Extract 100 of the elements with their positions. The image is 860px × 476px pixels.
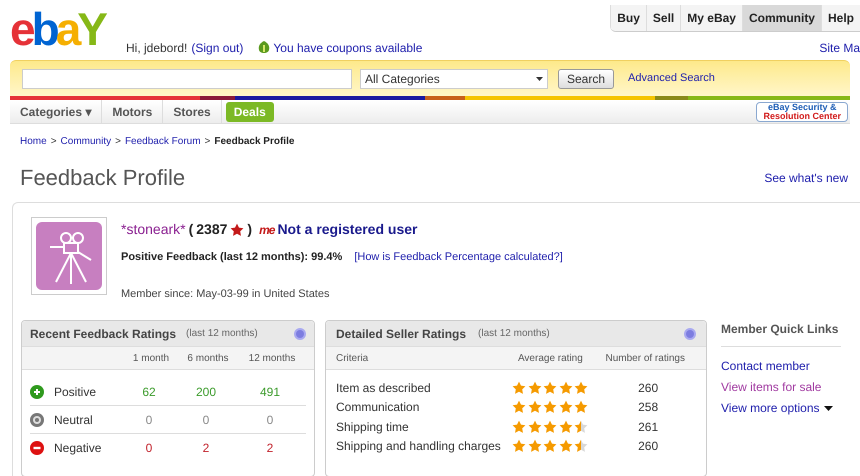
panel-subtitle: (last 12 months): [186, 327, 258, 341]
column-header: Average rating: [516, 352, 584, 366]
table-cell-text: 62: [141, 384, 157, 400]
rating-star: [574, 420, 588, 434]
table-cell-text: 491: [258, 384, 282, 400]
rating-star: [543, 380, 558, 395]
table-cell-text: 2: [266, 440, 274, 457]
criteria-label: Shipping and handling charges: [336, 438, 502, 456]
quick-link[interactable]: Contact member: [721, 357, 841, 375]
breadcrumb-link[interactable]: Community: [60, 134, 112, 149]
rating-star: [528, 380, 542, 395]
ratings-count: 261: [637, 418, 660, 436]
breadcrumb-current: Feedback Profile: [214, 135, 294, 149]
logo[interactable]: ebaY: [10, 2, 112, 56]
plus-icon: [30, 384, 44, 398]
table-cell-text: 2: [202, 440, 210, 457]
help-icon[interactable]: [684, 328, 696, 340]
star-icon: [230, 222, 244, 236]
rating-star: [543, 439, 558, 454]
rating-label: Positive: [54, 384, 98, 400]
nav-tab[interactable]: Community: [742, 5, 821, 31]
coupons-link[interactable]: You have coupons available: [273, 39, 422, 57]
feedback-score[interactable]: 2387: [196, 219, 228, 240]
coupon-icon: [257, 40, 272, 56]
registration-status-link[interactable]: Not a registered user: [277, 219, 418, 240]
criteria-label: Communication: [336, 399, 420, 416]
minus-icon: [30, 441, 44, 455]
criteria-label: Shipping time: [336, 418, 410, 436]
advanced-search-link[interactable]: Advanced Search: [628, 70, 715, 87]
nav-tab[interactable]: Sell: [646, 5, 680, 31]
breadcrumb-separator: >: [50, 135, 57, 149]
rating-star: [528, 400, 542, 414]
member-since-text: Member since: May-03-99 in United States: [121, 286, 330, 302]
rating-star: [558, 439, 573, 454]
open-paren: (: [188, 220, 194, 239]
quick-link[interactable]: View items for sale: [721, 378, 841, 396]
panel-title: Recent Feedback Ratings: [30, 326, 176, 342]
category-tab[interactable]: Stores: [163, 100, 222, 123]
breadcrumb-separator: >: [115, 135, 121, 149]
category-tab[interactable]: Categories ▾: [10, 100, 102, 123]
ratings-count: 260: [637, 438, 660, 456]
panel-title: Detailed Seller Ratings: [336, 326, 466, 342]
site-map-link[interactable]: Site Ma: [819, 39, 860, 57]
rating-star: [512, 400, 526, 414]
rating-star: [543, 420, 558, 434]
rating-label: Neutral: [54, 412, 94, 428]
table-cell-text: 0: [144, 440, 154, 457]
rating-star: [512, 380, 526, 395]
category-tab[interactable]: Motors: [102, 100, 164, 123]
search-field[interactable]: [22, 68, 352, 88]
percentage-help-link[interactable]: [How is Feedback Percentage calculated?]: [354, 249, 563, 266]
sign-out-link[interactable]: (Sign out): [191, 39, 244, 57]
breadcrumb-link[interactable]: Home: [20, 134, 47, 149]
rating-star: [558, 420, 573, 434]
page-title: Feedback Profile: [20, 164, 186, 192]
rating-star: [528, 439, 542, 454]
quick-links-title: Member Quick Links: [721, 320, 841, 347]
camera-tripod-icon: [36, 222, 102, 290]
rating-star: [574, 380, 588, 395]
table-cell-text: 0: [202, 412, 210, 428]
column-header: Criteria: [336, 352, 370, 366]
nav-tab[interactable]: My eBay: [680, 5, 742, 31]
table-cell-text: 0: [266, 412, 274, 428]
rating-label: Negative: [54, 440, 102, 457]
panel-subtitle: (last 12 months): [478, 327, 550, 341]
quick-link[interactable]: View more options: [721, 399, 841, 417]
breadcrumb-link[interactable]: Feedback Forum: [124, 134, 201, 149]
me-logo-text: me: [259, 222, 274, 238]
rating-star: [574, 439, 588, 454]
security-center-badge[interactable]: eBay Security & Resolution Center: [756, 102, 848, 122]
rating-star: [543, 400, 558, 414]
nav-tab[interactable]: Help: [820, 5, 860, 31]
rating-star: [528, 420, 542, 434]
table-cell-text: 0: [144, 412, 154, 428]
caret-icon: [536, 76, 543, 80]
close-paren: ): [247, 220, 252, 239]
rating-star: [558, 400, 573, 414]
neutral-icon: [30, 412, 44, 426]
rating-star: [574, 400, 588, 414]
rating-star: [512, 439, 526, 454]
nav-tab[interactable]: Buy: [610, 5, 646, 31]
username-link[interactable]: *stoneark*: [121, 219, 186, 240]
help-icon[interactable]: [294, 328, 306, 340]
column-header: 1 month: [132, 352, 170, 366]
ratings-count: 258: [637, 399, 660, 416]
breadcrumb-separator: >: [204, 135, 210, 149]
column-header: 6 months: [186, 352, 230, 366]
category-dropdown[interactable]: All Categories: [360, 68, 548, 88]
criteria-label: Item as described: [336, 380, 432, 397]
greeting-text: Hi, jdebord!: [126, 40, 188, 57]
whats-new-link[interactable]: See what's new: [764, 168, 848, 186]
table-cell-text: 200: [194, 384, 218, 400]
rating-star: [558, 380, 573, 395]
caret-icon: [824, 406, 832, 410]
search-button[interactable]: Search: [558, 68, 614, 88]
column-header: 12 months: [248, 352, 296, 366]
ratings-count: 260: [637, 380, 660, 397]
column-header: Number of ratings: [604, 352, 686, 366]
rating-star: [512, 420, 526, 434]
positive-feedback-text: Positive Feedback (last 12 months): 99.4%: [121, 250, 342, 265]
